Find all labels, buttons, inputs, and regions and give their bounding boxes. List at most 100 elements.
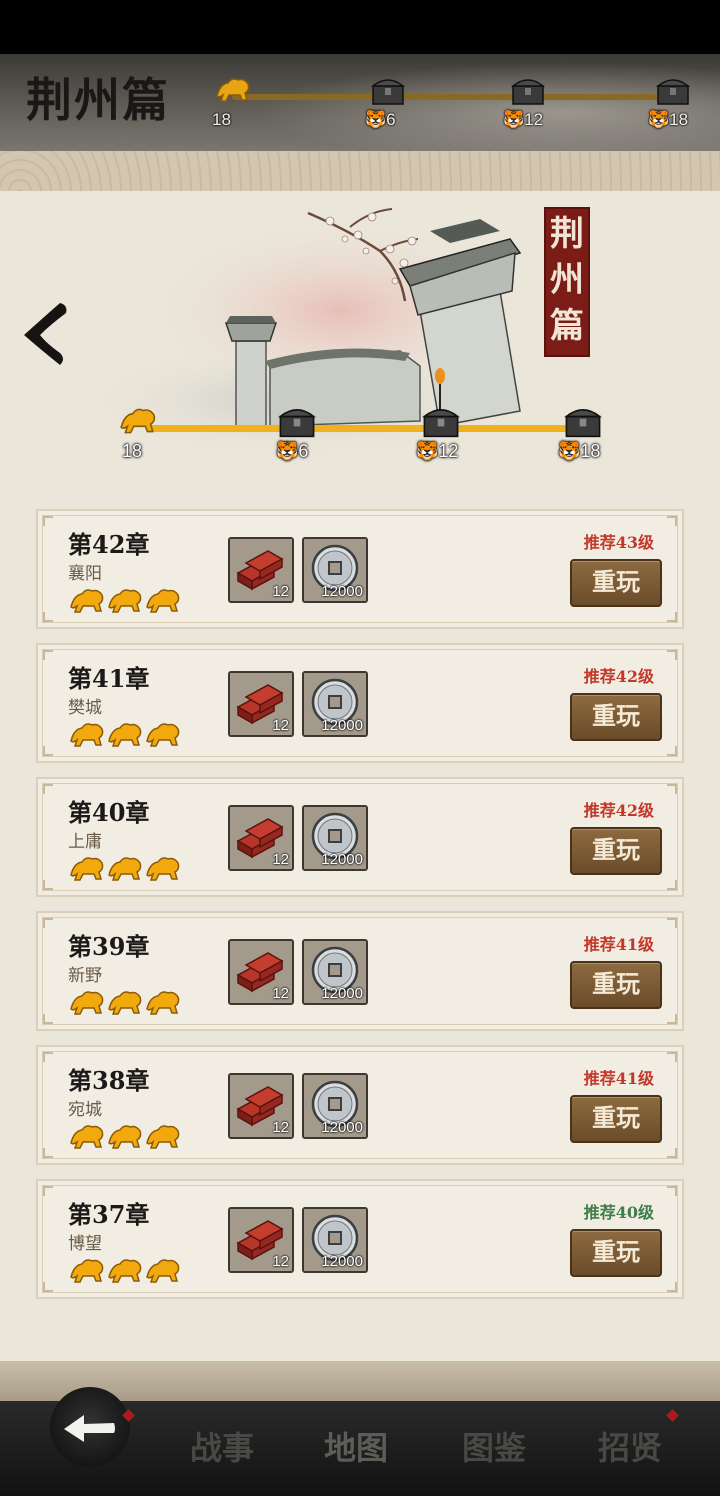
back-arrow-icon[interactable] xyxy=(50,1387,130,1467)
card-corner xyxy=(43,784,53,794)
chapter-card: 第41章 樊城 12 12000 推荐42级 重玩 xyxy=(36,643,684,763)
recommended-level: 推荐42级 xyxy=(583,667,654,686)
card-corner xyxy=(667,918,677,928)
replay-button[interactable]: 重玩 xyxy=(570,827,662,875)
recruit-badge-dot xyxy=(666,1409,679,1422)
chapter-place: 樊城 xyxy=(68,698,102,718)
chest-icon[interactable] xyxy=(276,403,318,441)
card-corner xyxy=(43,746,53,756)
recommended-level: 推荐43级 xyxy=(583,533,654,552)
chapter-title: 第41章 xyxy=(68,664,150,693)
card-corner xyxy=(43,880,53,890)
card-corner xyxy=(43,918,53,928)
chapter-place: 宛城 xyxy=(68,1100,102,1120)
replay-button[interactable]: 重玩 xyxy=(570,1229,662,1277)
card-corner xyxy=(667,784,677,794)
header-progress: 18 🐯6 🐯12 🐯18 xyxy=(212,74,702,144)
reward-item-timber[interactable]: 12 xyxy=(228,1207,294,1273)
recommended-level: 推荐40级 xyxy=(583,1203,654,1222)
chest-icon[interactable] xyxy=(509,74,547,108)
card-corner xyxy=(667,1282,677,1292)
tiger-star-icon xyxy=(146,857,180,881)
status-bar-area xyxy=(0,0,720,54)
header-progress-track xyxy=(232,94,687,100)
chapter-stars xyxy=(68,1121,188,1153)
replay-button[interactable]: 重玩 xyxy=(570,1095,662,1143)
reward-count: 12000 xyxy=(321,851,363,868)
card-corner xyxy=(667,650,677,660)
chapter-progress: 18 🐯6 🐯12 🐯18 xyxy=(118,403,618,463)
reward-count: 12 xyxy=(272,1253,289,1270)
reward-item-timber[interactable]: 12 xyxy=(228,805,294,871)
tiger-star-icon xyxy=(146,589,180,613)
chapter-stars xyxy=(68,1255,188,1287)
card-corner xyxy=(43,1014,53,1024)
chapter-place: 上庸 xyxy=(68,832,102,852)
chest-icon[interactable] xyxy=(562,403,604,441)
chapter-title: 第38章 xyxy=(68,1066,150,1095)
progress-node-chest-1[interactable]: 🐯6 xyxy=(276,403,336,463)
card-corner xyxy=(43,1186,53,1196)
reward-item-coin[interactable]: 12000 xyxy=(302,1207,368,1273)
header: 荆州篇 18 🐯6 🐯12 🐯18 xyxy=(0,54,720,151)
reward-item-timber[interactable]: 12 xyxy=(228,939,294,1005)
tiger-star-icon xyxy=(108,589,142,613)
tiger-star-icon xyxy=(70,991,104,1015)
reward-count: 12 xyxy=(272,717,289,734)
nav-tab-battle[interactable]: 战事 xyxy=(190,1423,254,1469)
chapter-title: 第42章 xyxy=(68,530,150,559)
tiger-star-icon xyxy=(146,1259,180,1283)
chapter-seal: 荆 州 篇 xyxy=(544,207,590,357)
chest-icon[interactable] xyxy=(420,403,462,441)
chapter-card: 第42章 襄阳 12 12000 推荐43级 重玩 xyxy=(36,509,684,629)
tiger-star-icon xyxy=(108,857,142,881)
card-corner xyxy=(667,1186,677,1196)
reward-item-coin[interactable]: 12000 xyxy=(302,805,368,871)
chapter-card: 第37章 博望 12 12000 推荐40级 重玩 xyxy=(36,1179,684,1299)
page-title: 荆州篇 xyxy=(26,73,170,127)
tiger-star-icon xyxy=(108,1125,142,1149)
decorative-band-top xyxy=(0,151,720,191)
bottom-nav: 战事 地图 图鉴 招贤 xyxy=(0,1387,720,1496)
progress-node-start: 18 xyxy=(118,403,178,463)
reward-item-coin[interactable]: 12000 xyxy=(302,939,368,1005)
replay-button[interactable]: 重玩 xyxy=(570,559,662,607)
tiger-star-icon xyxy=(108,1259,142,1283)
reward-count: 12 xyxy=(272,583,289,600)
reward-item-timber[interactable]: 12 xyxy=(228,537,294,603)
nav-tab-recruit[interactable]: 招贤 xyxy=(598,1423,662,1469)
card-corner xyxy=(667,516,677,526)
header-node-chest-2[interactable]: 🐯12 xyxy=(503,74,551,140)
recommended-level: 推荐41级 xyxy=(583,1069,654,1088)
chapter-title: 第39章 xyxy=(68,932,150,961)
progress-fill xyxy=(148,425,578,432)
nav-tab-map[interactable]: 地图 xyxy=(324,1423,388,1469)
tiger-icon xyxy=(120,408,156,434)
chest-icon[interactable] xyxy=(654,74,692,108)
recommended-level: 推荐41级 xyxy=(583,935,654,954)
header-node-chest-3[interactable]: 🐯18 xyxy=(648,74,696,140)
card-corner xyxy=(43,1148,53,1158)
replay-button[interactable]: 重玩 xyxy=(570,693,662,741)
card-corner xyxy=(667,1148,677,1158)
chapter-place: 新野 xyxy=(68,966,102,986)
chapter-place: 博望 xyxy=(68,1234,102,1254)
previous-chapter-arrow[interactable] xyxy=(16,299,74,369)
back-button[interactable] xyxy=(50,1387,130,1467)
replay-button[interactable]: 重玩 xyxy=(570,961,662,1009)
progress-node-chest-3[interactable]: 🐯18 xyxy=(558,403,622,463)
reward-item-coin[interactable]: 12000 xyxy=(302,1073,368,1139)
card-corner xyxy=(43,612,53,622)
tiger-star-icon xyxy=(70,1259,104,1283)
reward-item-coin[interactable]: 12000 xyxy=(302,671,368,737)
nav-tab-codex[interactable]: 图鉴 xyxy=(462,1423,526,1469)
reward-item-timber[interactable]: 12 xyxy=(228,671,294,737)
reward-item-timber[interactable]: 12 xyxy=(228,1073,294,1139)
progress-node-chest-2[interactable]: 🐯12 xyxy=(416,403,480,463)
brush-arrow-left-icon[interactable] xyxy=(16,299,74,369)
chest-icon[interactable] xyxy=(369,74,407,108)
reward-item-coin[interactable]: 12000 xyxy=(302,537,368,603)
header-node-chest-1[interactable]: 🐯6 xyxy=(365,74,411,140)
reward-count: 12000 xyxy=(321,717,363,734)
tiger-star-icon xyxy=(70,589,104,613)
